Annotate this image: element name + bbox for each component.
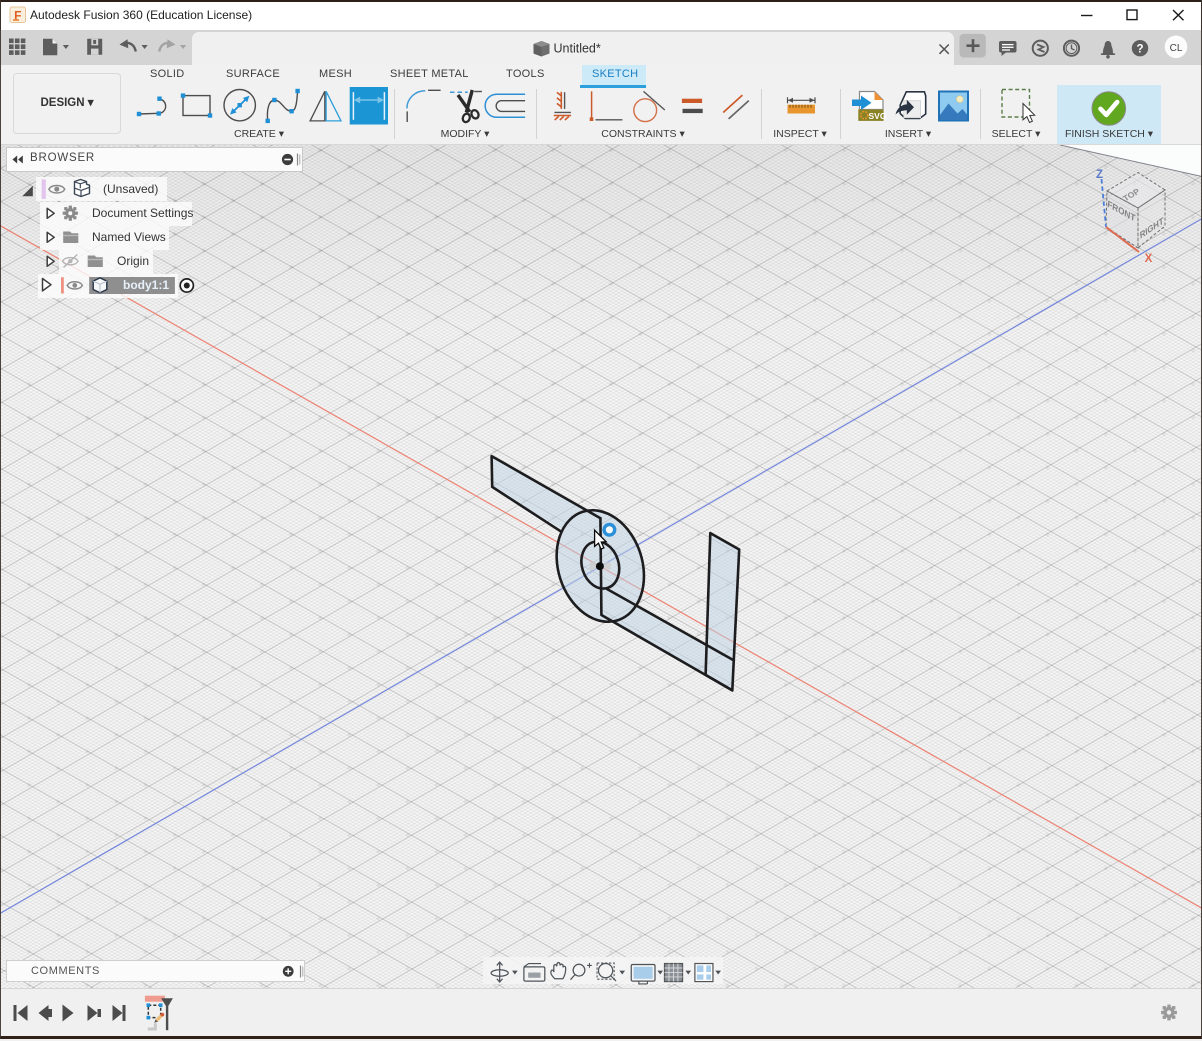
svg-text:CL: CL [1170,43,1183,54]
svg-text:X: X [1145,253,1153,265]
svg-text:?: ? [1136,44,1143,56]
svg-text:Untitled*: Untitled* [554,42,601,56]
svg-text:SVG: SVG [869,111,887,121]
svg-text:Z: Z [1096,169,1103,181]
